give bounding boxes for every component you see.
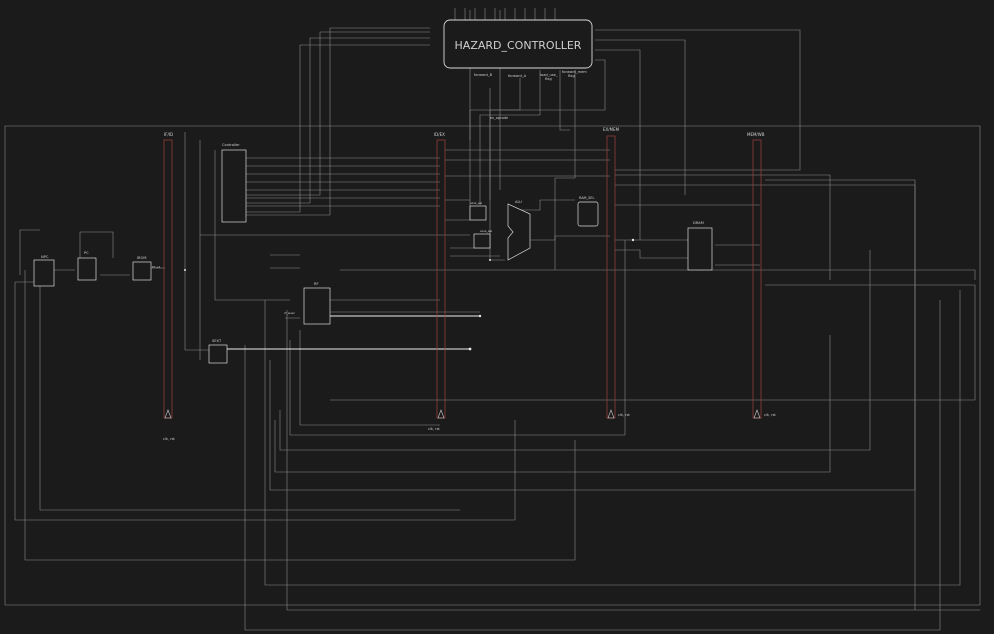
sext-label: SEXT [212,339,222,343]
exmem-clk-label: clk, rst [618,413,630,417]
irom-label: IROM [137,256,147,260]
pc-label: PC [84,251,89,255]
alu-block[interactable] [507,203,531,261]
sext-block[interactable] [208,344,228,364]
rf-wsel-label: rf_wsel [284,311,295,315]
npc-label: NPC [41,255,49,259]
alu-mux-b-block[interactable] [469,205,487,221]
alu-label: ALU [515,200,522,204]
ram-sel-block[interactable] [577,201,599,227]
alu-mux-a-label: alua_sel [480,229,492,233]
ram-sel-label: RAM_SEL [579,196,594,200]
pc4-label: PC+4 [152,265,160,269]
wire-layer [4,8,981,631]
junction-dots [184,238,635,351]
ifid-register [163,139,173,419]
alu-mux-a-block[interactable] [473,233,491,249]
pipeline-schematic: IF/ID ID/EX EX/MEM MEM/WB clk, rst clk, … [4,8,981,631]
idex-label: ID/EX [434,132,445,137]
alu-mux-b-label: alub_sel [470,201,482,205]
memwb-register [752,139,762,419]
idex-clk-label: clk, rst [428,427,440,431]
forward-a-label: forward_A [508,74,527,78]
ex-opcode-label: ex_opcode [490,116,508,120]
controller-block[interactable] [221,149,247,223]
memwb-clk-label: clk, rst [764,413,776,417]
npc-block[interactable] [33,259,55,287]
memwb-label: MEM/WB [747,132,765,137]
dram-block[interactable] [687,227,713,271]
exmem-label: EX/MEM [603,127,620,132]
irom-block[interactable] [132,261,152,281]
pc-block[interactable] [77,257,97,281]
module-labels: NPC PC IROM Controller RF SEXT ALU alub_… [41,143,704,343]
load-use-label-2: flag [545,77,552,81]
ifid-label: IF/ID [164,132,173,137]
hazard-controller[interactable]: HAZARD_CONTROLLER forward_B forward_A lo… [443,19,593,120]
hazard-controller-title: HAZARD_CONTROLLER [455,39,582,52]
forward-b-label: forward_B [474,73,493,77]
exmem-register [606,135,616,419]
rf-label: RF [314,282,319,286]
ifid-clk-label: clk, rst [163,437,175,441]
controller-label: Controller [222,143,240,147]
rf-block[interactable] [303,287,331,325]
dram-label: DRAM [693,221,704,225]
forward-mem-label-2: flag [568,74,575,78]
